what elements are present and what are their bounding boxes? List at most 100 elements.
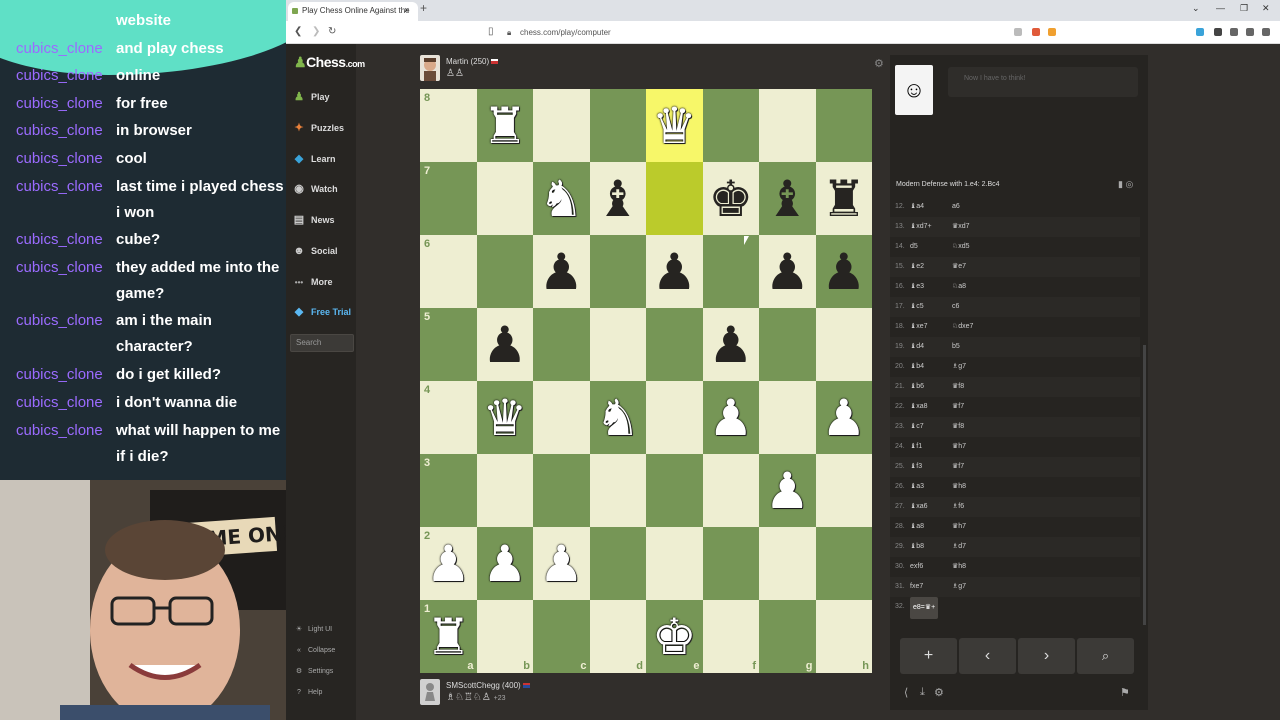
- sidebar-footer-light-ui[interactable]: ☀ Light UI: [294, 624, 332, 636]
- chat-username[interactable]: cubics_clone: [16, 91, 103, 117]
- sidebar-item-play[interactable]: ♟ Play: [292, 87, 356, 107]
- square-e2[interactable]: [646, 527, 703, 600]
- extension-icon[interactable]: [1048, 28, 1056, 36]
- black-move[interactable]: ♛xd7: [952, 217, 970, 237]
- analyze-button[interactable]: ⌕: [1077, 638, 1134, 674]
- chess-board[interactable]: 8 ♜ ♛ 7 ♞ ♝ ♚ ♝ ♜ 6 ♟ ♟ ♟ ♟ 5 ♟ ♟ 4 ♛ ♞ ♟ ♟ 3 ♟ 2 ♟ ♟ ♟ 1 a ♜ b c d e ♚ f g h: [420, 89, 872, 673]
- square-b8[interactable]: ♜: [476, 89, 533, 162]
- black-move[interactable]: c6: [952, 297, 959, 317]
- square-a2[interactable]: 2 ♟: [420, 527, 477, 600]
- black-move[interactable]: a6: [952, 197, 960, 217]
- previous-move-button[interactable]: ‹: [959, 638, 1016, 674]
- chat-username[interactable]: cubics_clone: [16, 362, 103, 388]
- white-knight-icon[interactable]: ♞: [595, 393, 640, 443]
- sidebar-footer-help[interactable]: ? Help: [294, 687, 322, 699]
- square-c8[interactable]: [533, 89, 590, 162]
- square-h5[interactable]: [815, 308, 872, 381]
- profile-icon[interactable]: [1246, 28, 1254, 36]
- search-input[interactable]: Search: [290, 334, 354, 352]
- minimize-button[interactable]: —: [1216, 3, 1225, 13]
- black-move[interactable]: b5: [952, 337, 960, 357]
- square-f3[interactable]: [702, 454, 759, 527]
- chat-username[interactable]: cubics_clone: [16, 118, 103, 144]
- white-move[interactable]: e8=♛+: [910, 597, 939, 619]
- white-pawn-icon[interactable]: ♟: [765, 466, 810, 516]
- book-icon[interactable]: ▮: [1118, 179, 1123, 189]
- sidebar-item-news[interactable]: ▤ News: [292, 210, 356, 230]
- chat-username[interactable]: cubics_clone: [16, 308, 103, 334]
- sidebar-footer-settings[interactable]: ⚙ Settings: [294, 666, 333, 678]
- square-h3[interactable]: [815, 454, 872, 527]
- extension-blue-icon[interactable]: [1196, 28, 1204, 36]
- chat-username[interactable]: cubics_clone: [16, 255, 103, 281]
- maximize-button[interactable]: ❐: [1240, 3, 1248, 14]
- square-b2[interactable]: ♟: [476, 527, 533, 600]
- square-f2[interactable]: [702, 527, 759, 600]
- sidebar-item-learn[interactable]: ◆ Learn: [292, 149, 356, 169]
- black-pawn-icon[interactable]: ♟: [482, 320, 527, 370]
- menu-icon[interactable]: [1262, 28, 1270, 36]
- square-b5[interactable]: ♟: [476, 308, 533, 381]
- white-pawn-icon[interactable]: ♟: [708, 393, 753, 443]
- square-a7[interactable]: 7: [420, 162, 477, 235]
- square-g2[interactable]: [759, 527, 816, 600]
- black-move[interactable]: ♛h7: [952, 517, 966, 537]
- square-d4[interactable]: ♞: [589, 381, 646, 454]
- sidebar-item-more[interactable]: ••• More: [292, 272, 356, 292]
- white-move[interactable]: ♝b8: [910, 537, 924, 557]
- black-bishop-icon[interactable]: ♝: [595, 174, 640, 224]
- white-pawn-icon[interactable]: ♟: [482, 539, 527, 589]
- square-f8[interactable]: [702, 89, 759, 162]
- square-g4[interactable]: [759, 381, 816, 454]
- square-e8[interactable]: ♛: [646, 89, 703, 162]
- white-move[interactable]: ♝xa8: [910, 397, 928, 417]
- square-h2[interactable]: [815, 527, 872, 600]
- square-e5[interactable]: [646, 308, 703, 381]
- square-e7[interactable]: [646, 162, 703, 235]
- white-knight-icon[interactable]: ♞: [539, 174, 584, 224]
- white-move[interactable]: ♝a4: [910, 197, 924, 217]
- black-move[interactable]: ♗d7: [952, 537, 966, 557]
- black-rook-icon[interactable]: ♜: [821, 174, 866, 224]
- new-tab-button[interactable]: +: [420, 1, 427, 15]
- chat-username[interactable]: cubics_clone: [16, 227, 103, 253]
- square-f4[interactable]: ♟: [702, 381, 759, 454]
- black-pawn-icon[interactable]: ♟: [539, 247, 584, 297]
- square-f1[interactable]: f: [702, 600, 759, 673]
- resign-flag-icon[interactable]: ⚑: [1120, 686, 1130, 699]
- sidebar-item-social[interactable]: ☻ Social: [292, 241, 356, 261]
- settings-icon[interactable]: ⚙: [934, 686, 944, 699]
- move-list[interactable]: 12. ♝a4 a6 13. ♝xd7+ ♛xd7 14. d5 ♘xd5 15. ♝e2 ♛e7 16…: [890, 197, 1148, 627]
- square-g1[interactable]: g: [759, 600, 816, 673]
- chat-username[interactable]: cubics_clone: [16, 174, 103, 200]
- chat-username[interactable]: cubics_clone: [16, 63, 103, 89]
- black-move[interactable]: ♛f7: [952, 397, 964, 417]
- tab-close-button[interactable]: ×: [404, 2, 409, 19]
- puzzle-extension-icon[interactable]: [1214, 28, 1222, 36]
- black-move[interactable]: ♛e7: [952, 257, 966, 277]
- black-king-icon[interactable]: ♚: [708, 174, 753, 224]
- white-queen-icon[interactable]: ♛: [652, 101, 697, 151]
- black-move[interactable]: ♛h8: [952, 557, 966, 577]
- white-move[interactable]: ♝xe7: [910, 317, 928, 337]
- square-d2[interactable]: [589, 527, 646, 600]
- share-icon[interactable]: ⟨: [904, 686, 908, 699]
- square-e1[interactable]: e ♚: [646, 600, 703, 673]
- black-pawn-icon[interactable]: ♟: [708, 320, 753, 370]
- square-c3[interactable]: [533, 454, 590, 527]
- square-h8[interactable]: [815, 89, 872, 162]
- square-a5[interactable]: 5: [420, 308, 477, 381]
- white-move[interactable]: ♝c7: [910, 417, 924, 437]
- white-pawn-icon[interactable]: ♟: [539, 539, 584, 589]
- black-move[interactable]: ♘dxe7: [952, 317, 973, 337]
- white-move[interactable]: ♝xd7+: [910, 217, 932, 237]
- black-move[interactable]: ♛f8: [952, 417, 964, 437]
- square-g7[interactable]: ♝: [759, 162, 816, 235]
- square-c5[interactable]: [533, 308, 590, 381]
- square-h7[interactable]: ♜: [815, 162, 872, 235]
- square-d7[interactable]: ♝: [589, 162, 646, 235]
- square-c4[interactable]: [533, 381, 590, 454]
- white-move[interactable]: ♝xa6: [910, 497, 928, 517]
- browser-tab[interactable]: Play Chess Online Against the ×: [288, 2, 418, 21]
- white-pawn-icon[interactable]: ♟: [821, 393, 866, 443]
